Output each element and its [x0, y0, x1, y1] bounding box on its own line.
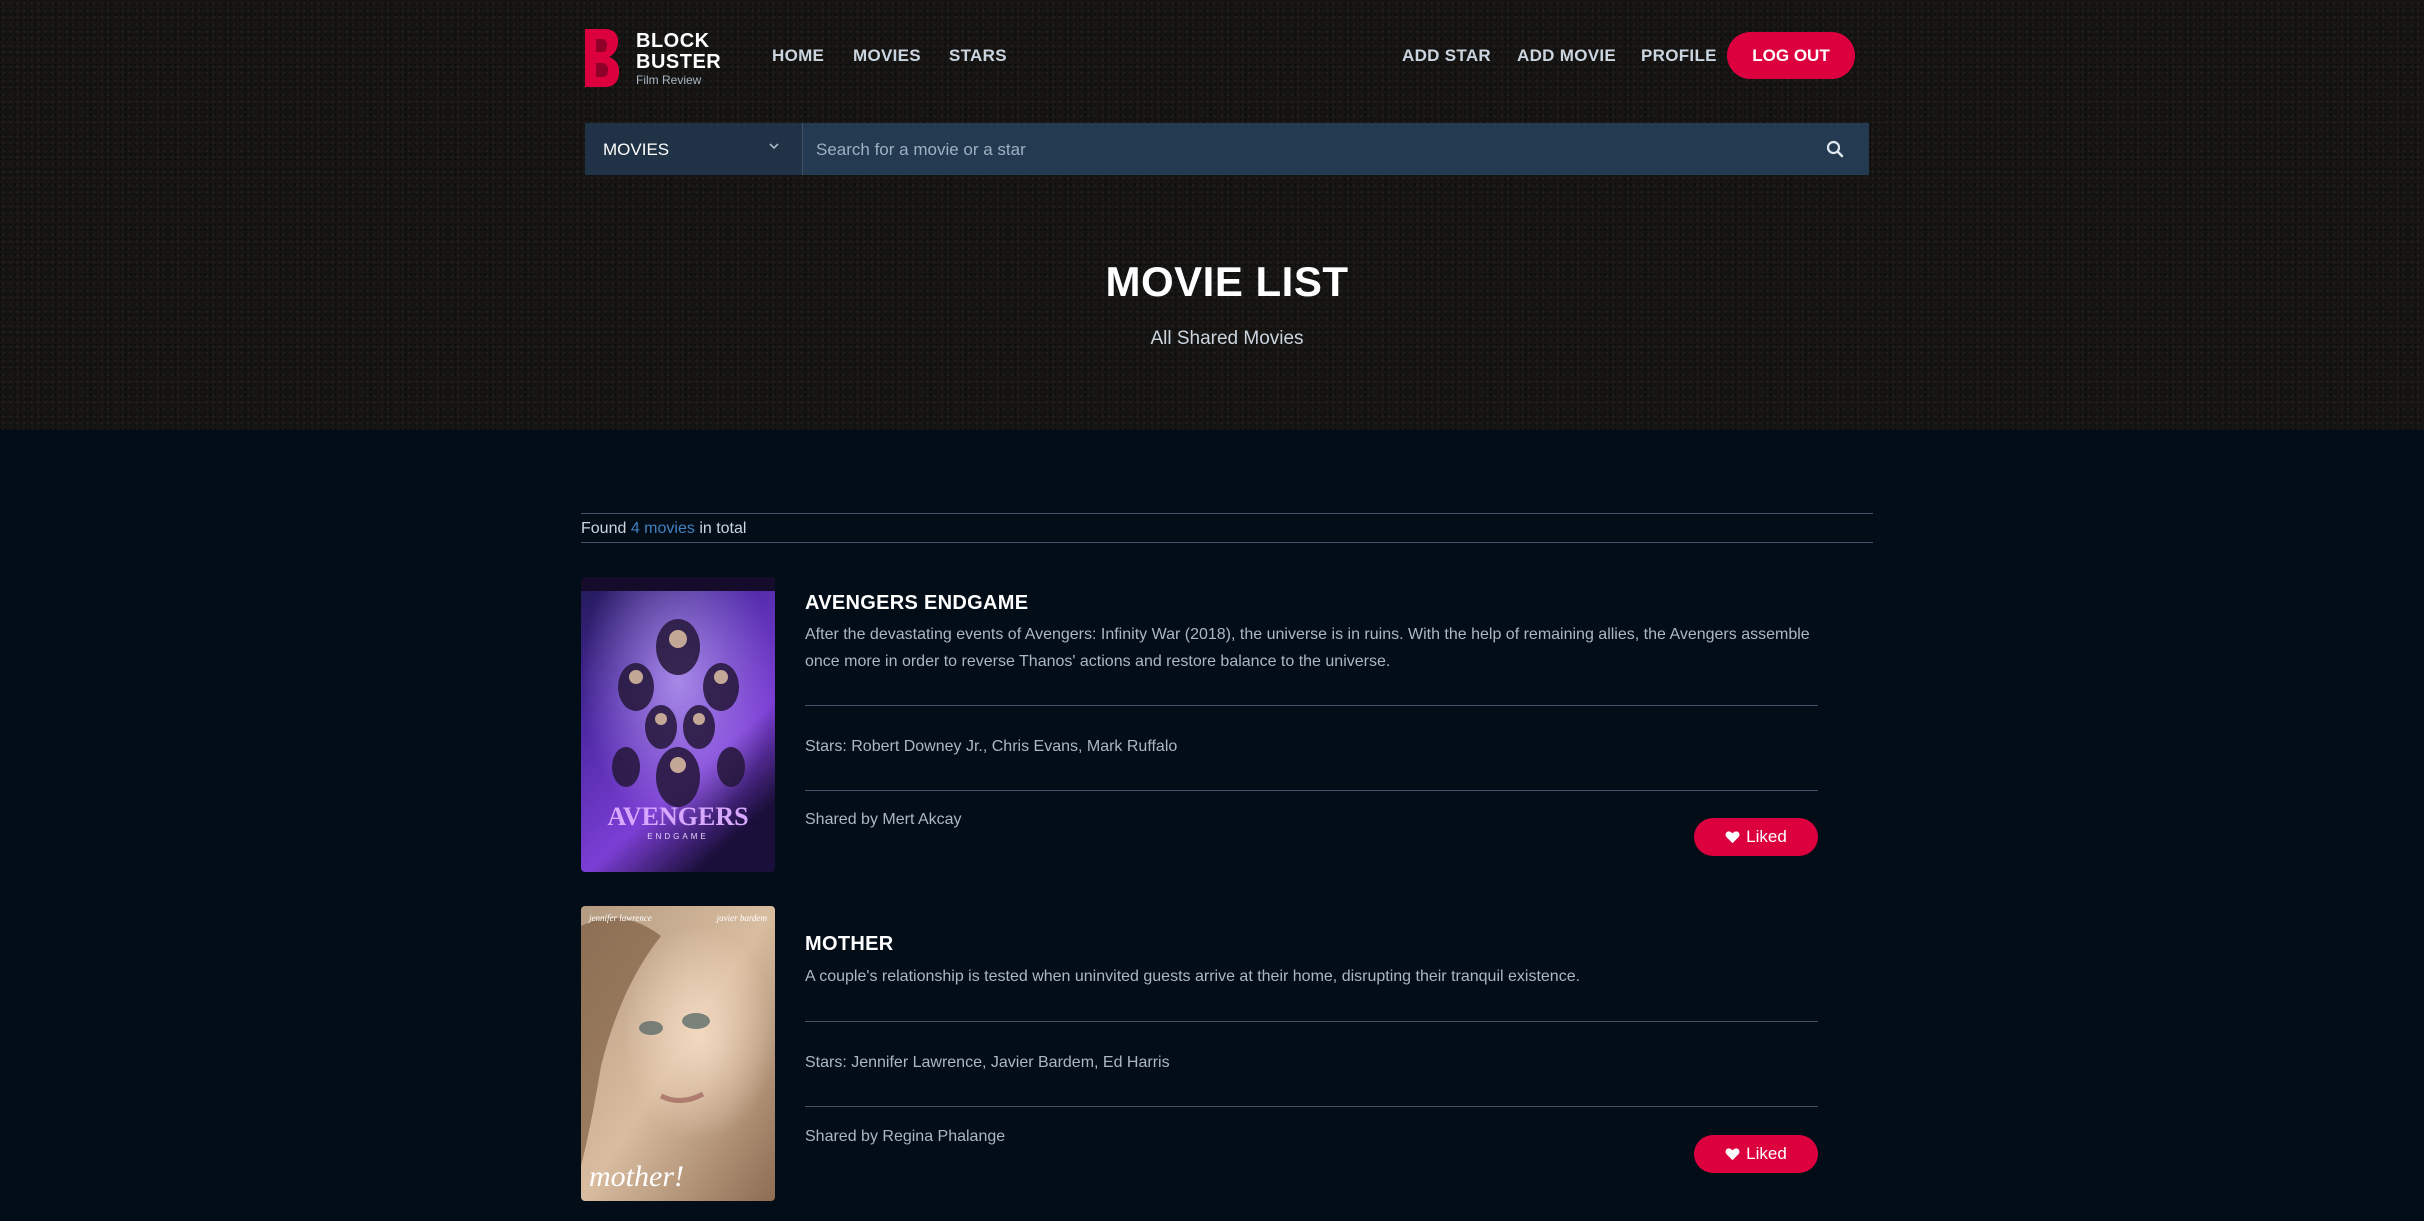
results-suffix: in total	[699, 520, 747, 537]
nav-add-star[interactable]: ADD STAR	[1402, 46, 1491, 66]
movie-description: After the devastating events of Avengers…	[805, 626, 1810, 670]
page-subtitle: All Shared Movies	[1150, 328, 1304, 349]
nav-home[interactable]: HOME	[772, 46, 824, 66]
divider	[805, 1021, 1818, 1022]
liked-button[interactable]: Liked	[1694, 1135, 1818, 1173]
liked-label: Liked	[1746, 827, 1787, 846]
logo-b-icon	[585, 29, 620, 87]
divider	[805, 705, 1818, 706]
movie-title[interactable]: MOTHER	[805, 933, 893, 956]
results-prefix: Found	[581, 520, 627, 537]
results-count: Found 4 movies in total	[581, 513, 1873, 543]
search-icon[interactable]	[1825, 139, 1845, 159]
movie-stars: Stars: Jennifer Lawrence, Javier Bardem,…	[805, 1054, 1170, 1071]
nav-profile[interactable]: PROFILE	[1641, 46, 1717, 66]
nav-movies[interactable]: MOVIES	[853, 46, 921, 66]
liked-button[interactable]: Liked	[1694, 818, 1818, 856]
liked-label: Liked	[1746, 1144, 1787, 1163]
movie-stars: Stars: Robert Downey Jr., Chris Evans, M…	[805, 738, 1178, 755]
divider	[805, 1106, 1818, 1107]
logo-tagline: Film Review	[636, 73, 702, 87]
poster-title-text: mother!	[589, 1160, 684, 1193]
movie-shared-by: Shared by Mert Akcay	[805, 811, 962, 828]
poster-credit-right: javier bardem	[716, 913, 768, 923]
heart-icon	[1725, 1148, 1740, 1161]
logo-text: BLOCK BUSTER	[636, 31, 721, 73]
mother-poster-image: jennifer lawrence javier bardem mother!	[581, 906, 775, 1201]
movie-title[interactable]: AVENGERS ENDGAME	[805, 592, 1028, 615]
site-logo[interactable]: BLOCK BUSTER Film Review	[581, 27, 721, 89]
movie-shared-by: Shared by Regina Phalange	[805, 1128, 1006, 1145]
hero-section: BLOCK BUSTER Film Review HOME MOVIES STA…	[0, 0, 2424, 430]
search-bar: MOVIES Search for a movie or a star	[585, 123, 1869, 175]
movie-description: A couple's relationship is tested when u…	[805, 968, 1581, 985]
movie-poster[interactable]: AVENGERS ENDGAME	[581, 577, 775, 872]
logo-line2: BUSTER	[636, 51, 722, 73]
poster-subtitle-text: ENDGAME	[647, 832, 708, 841]
chevron-down-icon	[769, 143, 779, 150]
movie-poster[interactable]: jennifer lawrence javier bardem mother!	[581, 906, 775, 1201]
logout-button[interactable]: LOG OUT	[1727, 32, 1855, 79]
poster-title-text: AVENGERS	[607, 802, 748, 831]
search-category-value: MOVIES	[603, 140, 670, 159]
search-input[interactable]: Search for a movie or a star	[816, 140, 1026, 160]
results-count-link[interactable]: 4 movies	[631, 520, 695, 537]
divider	[805, 790, 1818, 791]
page-title: MOVIE LIST	[1105, 258, 1349, 305]
avengers-poster-image: AVENGERS ENDGAME	[581, 577, 775, 872]
poster-credit-left: jennifer lawrence	[588, 913, 652, 923]
heart-icon	[1725, 831, 1740, 844]
logo-line1: BLOCK	[636, 30, 710, 52]
search-category-select[interactable]: MOVIES	[585, 123, 803, 175]
nav-add-movie[interactable]: ADD MOVIE	[1517, 46, 1616, 66]
nav-stars[interactable]: STARS	[949, 46, 1007, 66]
